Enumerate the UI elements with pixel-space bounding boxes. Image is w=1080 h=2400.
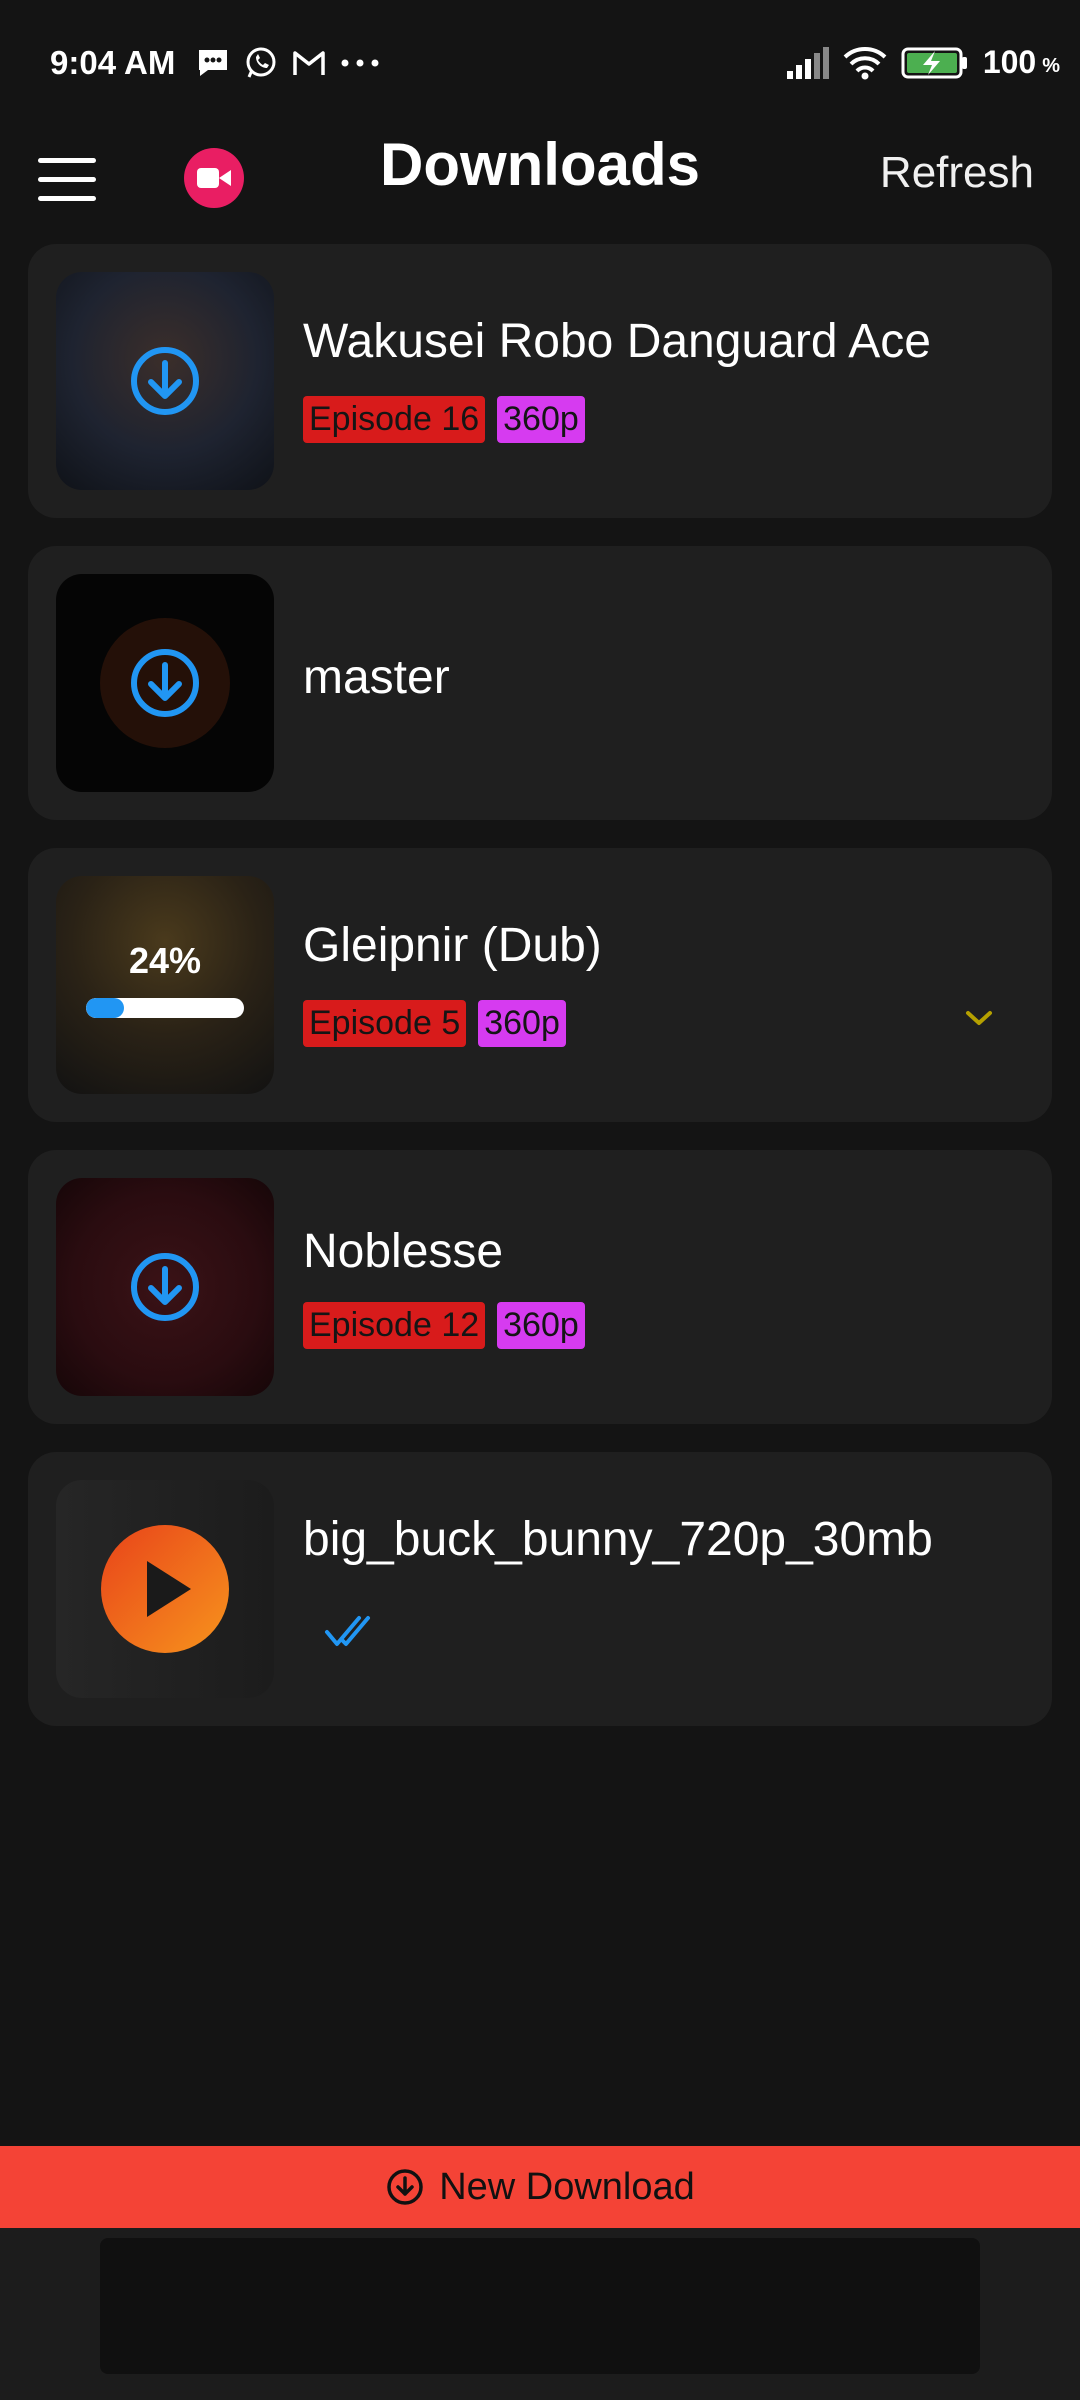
app-bar: Downloads Refresh (0, 120, 1080, 240)
thumbnail (56, 1480, 274, 1698)
battery-level: 100 (982, 44, 1037, 80)
bottom-panel (0, 2228, 1080, 2400)
item-title: master (303, 651, 450, 704)
new-download-label: New Download (439, 2165, 695, 2208)
notification-icons (196, 46, 380, 80)
quality-badge: 360p (478, 1000, 566, 1047)
refresh-button[interactable]: Refresh (880, 148, 1034, 198)
progress-bar (86, 998, 244, 1018)
chevron-down-icon[interactable] (964, 1008, 994, 1028)
progress-fill (86, 998, 124, 1018)
item-title: Noblesse (303, 1225, 504, 1278)
status-bar: 9:04 AM 100 % (0, 0, 1080, 120)
system-icons: 100 % (786, 44, 1060, 81)
downloads-list: Wakusei Robo Danguard Ace Episode 16 360… (28, 244, 1052, 1754)
episode-badge: Episode 5 (303, 1000, 467, 1047)
download-item[interactable]: big_buck_bunny_720p_30mb (28, 1452, 1052, 1726)
download-icon (387, 2169, 423, 2205)
item-title: big_buck_bunny_720p_30mb (303, 1513, 933, 1566)
message-icon (199, 50, 227, 76)
battery-unit: % (1042, 55, 1060, 77)
play-icon[interactable] (99, 1523, 231, 1655)
quality-badge: 360p (497, 396, 585, 443)
gmail-icon (293, 51, 325, 75)
thumbnail (56, 1178, 274, 1396)
item-tags: Episode 12 360p (303, 1302, 585, 1349)
progress-percent: 24% (128, 940, 202, 981)
download-icon[interactable] (129, 1251, 201, 1323)
thumbnail (56, 574, 274, 792)
whatsapp-icon (246, 47, 276, 78)
download-item[interactable]: 24% Gleipnir (Dub) Episode 5 360p (28, 848, 1052, 1122)
download-item[interactable]: Wakusei Robo Danguard Ace Episode 16 360… (28, 244, 1052, 518)
item-tags: Episode 5 360p (303, 1000, 566, 1047)
thumbnail: 24% (56, 876, 274, 1094)
wifi-icon (843, 46, 887, 79)
ad-banner[interactable] (100, 2238, 980, 2374)
download-icon[interactable] (129, 647, 201, 719)
double-check-icon (325, 1616, 370, 1646)
battery-charging-icon (901, 47, 967, 78)
download-icon[interactable] (129, 345, 201, 417)
download-item[interactable]: Noblesse Episode 12 360p (28, 1150, 1052, 1424)
item-title: Wakusei Robo Danguard Ace (303, 315, 931, 368)
episode-badge: Episode 16 (303, 396, 486, 443)
download-item[interactable]: master (28, 546, 1052, 820)
status-time: 9:04 AM (50, 44, 176, 81)
thumbnail (56, 272, 274, 490)
new-download-button[interactable]: New Download (0, 2146, 1080, 2228)
signal-icon (786, 46, 829, 79)
item-tags: Episode 16 360p (303, 396, 585, 443)
quality-badge: 360p (497, 1302, 585, 1349)
episode-badge: Episode 12 (303, 1302, 486, 1349)
more-dots-icon (341, 59, 379, 67)
item-title: Gleipnir (Dub) (303, 919, 602, 972)
